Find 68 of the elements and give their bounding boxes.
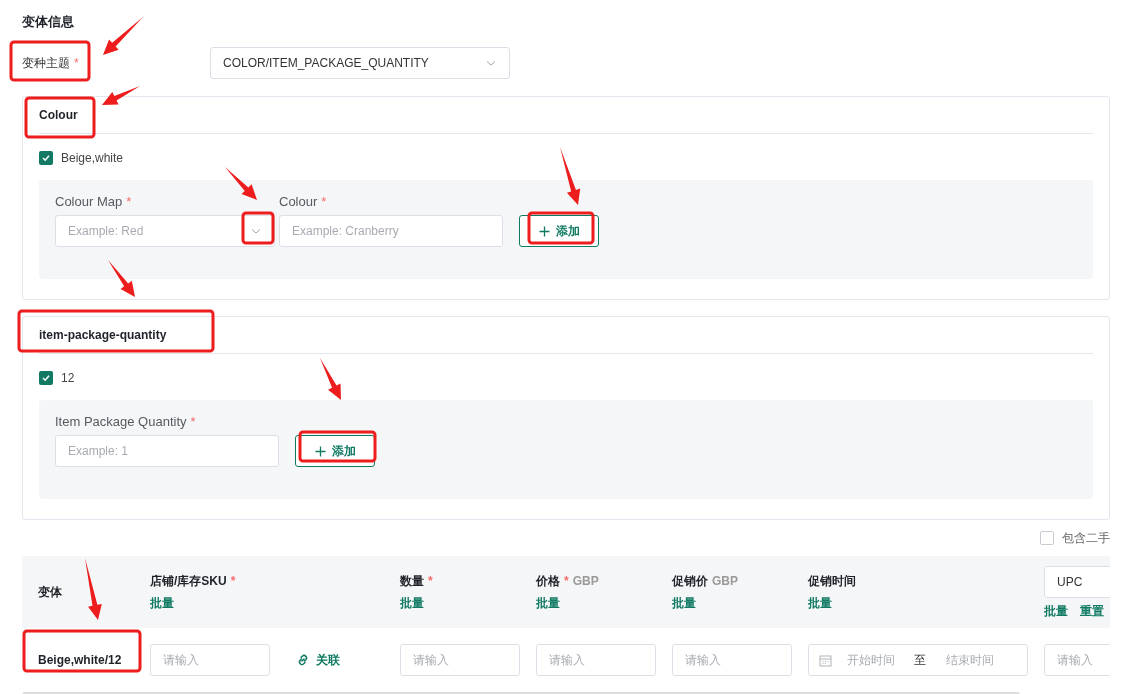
calendar-icon	[819, 653, 832, 667]
annotation-arrow	[103, 17, 143, 55]
annotation-arrow	[560, 147, 581, 205]
plus-icon	[538, 225, 550, 237]
option-label: 12	[61, 369, 75, 387]
field-label: Colour Map	[55, 193, 123, 212]
annotation-arrow	[108, 260, 135, 297]
required-mark: *	[428, 573, 433, 590]
add-button[interactable]: 添加	[295, 435, 375, 467]
end-date-placeholder: 结束时间	[946, 652, 994, 669]
annotation-arrow	[85, 558, 102, 620]
annotation-highlight	[527, 211, 595, 245]
batch-edit-link[interactable]: 批量	[672, 594, 808, 612]
required-mark: *	[74, 55, 79, 72]
field-label: 变种主题	[22, 55, 70, 72]
checkbox[interactable]	[39, 370, 53, 385]
checkbox[interactable]	[1040, 531, 1054, 545]
variant-name: Beige,white/12	[38, 652, 122, 669]
section-title: 变体信息	[22, 12, 74, 31]
required-mark: *	[321, 193, 327, 212]
field-label: Colour	[279, 193, 318, 212]
annotation-arrow	[102, 86, 140, 105]
column-header: 价格	[536, 573, 560, 590]
currency-unit: GBP	[572, 573, 599, 590]
input-field[interactable]: 请输入	[672, 644, 792, 676]
checkmark-icon	[41, 152, 51, 163]
column-header: 数量	[400, 573, 424, 590]
link-icon	[296, 653, 310, 667]
batch-edit-link[interactable]: 批量	[150, 594, 400, 612]
batch-edit-link[interactable]: 批量	[808, 594, 1044, 612]
column-select[interactable]: UPC	[1044, 566, 1110, 598]
field-label: Item Package Quantity	[55, 413, 187, 432]
start-date-placeholder: 开始时间	[847, 652, 895, 669]
required-mark: *	[564, 573, 569, 590]
input-field[interactable]: Example: Cranberry	[279, 215, 503, 247]
input-field[interactable]: 请输入	[536, 644, 656, 676]
range-separator: 至	[914, 652, 926, 669]
theme-select[interactable]: COLOR/ITEM_PACKAGE_QUANTITY	[210, 47, 510, 79]
input-field[interactable]: 请输入	[1044, 644, 1110, 676]
column-header: 店铺/库存SKU	[150, 573, 227, 590]
annotation-highlight	[241, 211, 275, 245]
option-label: Beige,white	[61, 149, 124, 167]
batch-edit-link[interactable]: 批量	[536, 594, 672, 612]
annotation-arrow	[225, 167, 257, 200]
required-mark: *	[190, 413, 196, 432]
date-range-field[interactable]: 开始时间 至 结束时间	[808, 644, 1028, 676]
option-label: 包含二手	[1062, 530, 1110, 547]
batch-edit-link[interactable]: 批量	[400, 594, 536, 612]
annotation-highlight	[24, 96, 96, 139]
annotation-arrow	[320, 358, 341, 400]
card-title: Colour	[39, 107, 78, 124]
column-action-link[interactable]: 批量	[1044, 602, 1068, 620]
column-action-link[interactable]: 重置	[1080, 602, 1104, 620]
input-field[interactable]: Example: 1	[55, 435, 279, 467]
column-header: 变体	[38, 584, 62, 601]
column-header: 促销时间	[808, 573, 856, 590]
input-field[interactable]: 请输入	[150, 644, 270, 676]
plus-icon	[314, 445, 326, 457]
currency-unit: GBP	[712, 573, 738, 590]
column-header: 促销价	[672, 573, 708, 590]
required-mark: *	[126, 193, 132, 212]
checkbox[interactable]	[39, 150, 53, 165]
required-mark: *	[230, 573, 236, 590]
add-button[interactable]: 添加	[519, 215, 599, 247]
input-field[interactable]: 请输入	[400, 644, 520, 676]
link-button[interactable]: 关联	[296, 651, 340, 669]
card-title: item-package-quantity	[39, 327, 167, 344]
checkmark-icon	[41, 372, 51, 383]
